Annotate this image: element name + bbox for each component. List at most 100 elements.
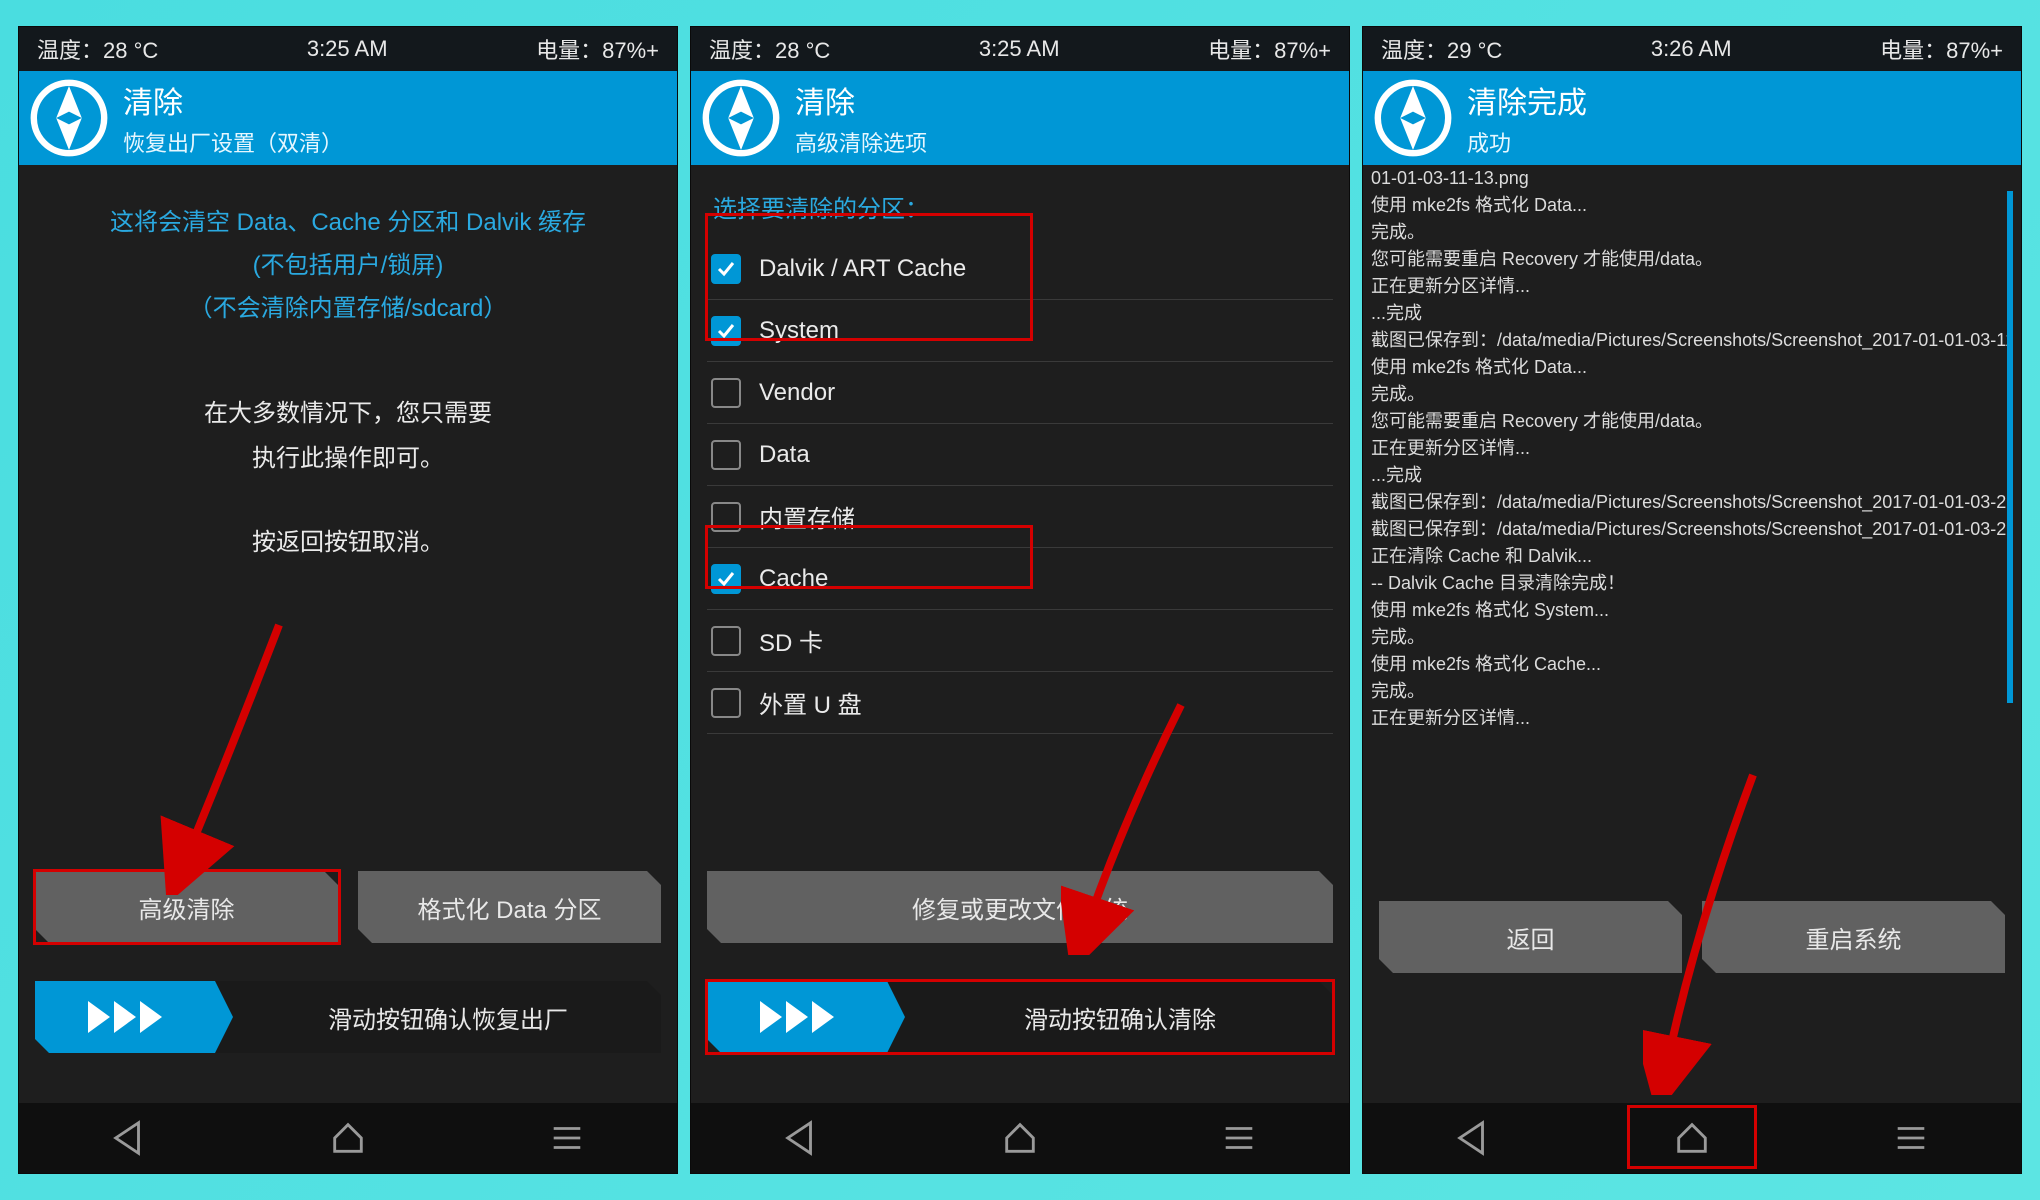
- checkbox[interactable]: [711, 378, 741, 408]
- log-line: 使用 mke2fs 格式化 Data...: [1371, 354, 2013, 381]
- nav-back-button[interactable]: [24, 1103, 234, 1173]
- checkbox[interactable]: [711, 316, 741, 346]
- partition-checkbox-row[interactable]: Cache: [707, 548, 1333, 610]
- log-line: 正在更新分区详情...: [1371, 705, 2013, 725]
- menu-icon: [548, 1119, 586, 1157]
- partition-label: SD 卡: [759, 623, 823, 658]
- header: 清除完成 成功: [1363, 71, 2021, 165]
- info-text: 这将会清空 Data、Cache 分区和 Dalvik 缓存: [35, 201, 661, 244]
- checkbox[interactable]: [711, 688, 741, 718]
- partition-checkbox-row[interactable]: Vendor: [707, 362, 1333, 424]
- twrp-logo-icon: [701, 78, 781, 158]
- nav-back-button[interactable]: [1368, 1103, 1578, 1173]
- nav-menu-button[interactable]: [462, 1103, 672, 1173]
- back-icon: [782, 1119, 820, 1157]
- log-line: 完成。: [1371, 678, 2013, 705]
- partition-label: Cache: [759, 565, 828, 593]
- swipe-slider[interactable]: 滑动按钮确认清除: [707, 981, 1333, 1053]
- nav-back-button[interactable]: [696, 1103, 906, 1173]
- screen-wipe-complete: 温度：29 °C 3:26 AM 电量：87%+ 清除完成 成功 01-01-0…: [1362, 26, 2022, 1174]
- back-icon: [110, 1119, 148, 1157]
- nav-home-button[interactable]: [915, 1103, 1125, 1173]
- log-line: 使用 mke2fs 格式化 System...: [1371, 597, 2013, 624]
- nav-home-button[interactable]: [243, 1103, 453, 1173]
- nav-menu-button[interactable]: [1134, 1103, 1344, 1173]
- status-bar: 温度：28 °C 3:25 AM 电量：87%+: [19, 27, 677, 71]
- reboot-system-button[interactable]: 重启系统: [1702, 901, 2005, 973]
- info-text: (不包括用户/锁屏): [35, 244, 661, 287]
- header: 清除 高级清除选项: [691, 71, 1349, 165]
- header-subtitle: 恢复出厂设置（双清）: [123, 126, 343, 158]
- content-area: 01-01-03-11-13.png使用 mke2fs 格式化 Data...完…: [1363, 165, 2021, 1103]
- slider-handle[interactable]: [707, 981, 887, 1053]
- log-line: ...完成: [1371, 300, 2013, 327]
- section-heading: 选择要清除的分区：: [713, 189, 1333, 224]
- nav-home-button[interactable]: [1587, 1103, 1797, 1173]
- log-line: 正在更新分区详情...: [1371, 273, 2013, 300]
- log-line: 正在清除 Cache 和 Dalvik...: [1371, 543, 2013, 570]
- header-title: 清除: [123, 78, 343, 122]
- info-text: （不会清除内置存储/sdcard）: [35, 287, 661, 330]
- status-battery: 电量：87%+: [1880, 33, 2003, 65]
- nav-menu-button[interactable]: [1806, 1103, 2016, 1173]
- status-battery: 电量：87%+: [536, 33, 659, 65]
- repair-fs-button[interactable]: 修复或更改文件系统: [707, 871, 1333, 943]
- partition-label: System: [759, 317, 839, 345]
- status-temp: 温度：29 °C: [1381, 33, 1502, 65]
- checkbox[interactable]: [711, 502, 741, 532]
- content-area: 这将会清空 Data、Cache 分区和 Dalvik 缓存 (不包括用户/锁屏…: [19, 165, 677, 1103]
- status-battery: 电量：87%+: [1208, 33, 1331, 65]
- partition-checkbox-row[interactable]: Dalvik / ART Cache: [707, 238, 1333, 300]
- body-text: 按返回按钮取消。: [35, 522, 661, 557]
- menu-icon: [1892, 1119, 1930, 1157]
- log-line: 截图已保存到：/data/media/Pictures/Screenshots/…: [1371, 516, 2013, 543]
- log-line: 完成。: [1371, 219, 2013, 246]
- back-button[interactable]: 返回: [1379, 901, 1682, 973]
- slider-handle[interactable]: [35, 981, 215, 1053]
- log-line: 使用 mke2fs 格式化 Data...: [1371, 192, 2013, 219]
- partition-label: Vendor: [759, 379, 835, 407]
- log-line: 截图已保存到：/data/media/Pictures/Screenshots/…: [1371, 327, 2013, 354]
- arrow-annotation-icon: [159, 615, 299, 895]
- advanced-wipe-button[interactable]: 高级清除: [35, 871, 338, 943]
- log-line: 正在更新分区详情...: [1371, 435, 2013, 462]
- partition-checkbox-row[interactable]: 内置存储: [707, 486, 1333, 548]
- home-icon: [329, 1119, 367, 1157]
- status-time: 3:25 AM: [979, 36, 1060, 62]
- status-temp: 温度：28 °C: [37, 33, 158, 65]
- scrollbar[interactable]: [2007, 191, 2013, 703]
- checkbox[interactable]: [711, 254, 741, 284]
- nav-bar: [19, 1103, 677, 1173]
- slider-label: 滑动按钮确认清除: [887, 981, 1333, 1053]
- partition-label: Data: [759, 441, 810, 469]
- partition-label: 外置 U 盘: [759, 685, 862, 720]
- log-line: 完成。: [1371, 624, 2013, 651]
- body-text: 在大多数情况下，您只需要: [35, 391, 661, 437]
- partition-label: 内置存储: [759, 499, 855, 534]
- header-subtitle: 成功: [1467, 126, 1587, 158]
- swipe-slider[interactable]: 滑动按钮确认恢复出厂: [35, 981, 661, 1053]
- log-line: 使用 mke2fs 格式化 Cache...: [1371, 651, 2013, 678]
- log-line: 01-01-03-11-13.png: [1371, 165, 2013, 192]
- log-line: 您可能需要重启 Recovery 才能使用/data。: [1371, 246, 2013, 273]
- body-text: 执行此操作即可。: [35, 436, 661, 482]
- checkbox[interactable]: [711, 440, 741, 470]
- partition-checkbox-row[interactable]: 外置 U 盘: [707, 672, 1333, 734]
- header-title: 清除完成: [1467, 78, 1587, 122]
- partition-checkbox-row[interactable]: SD 卡: [707, 610, 1333, 672]
- checkbox[interactable]: [711, 626, 741, 656]
- twrp-logo-icon: [29, 78, 109, 158]
- checkbox[interactable]: [711, 564, 741, 594]
- status-bar: 温度：29 °C 3:26 AM 电量：87%+: [1363, 27, 2021, 71]
- screen-wipe: 温度：28 °C 3:25 AM 电量：87%+ 清除 恢复出厂设置（双清） 这…: [18, 26, 678, 1174]
- screen-advanced-wipe: 温度：28 °C 3:25 AM 电量：87%+ 清除 高级清除选项 选择要清除…: [690, 26, 1350, 1174]
- format-data-button[interactable]: 格式化 Data 分区: [358, 871, 661, 943]
- home-icon: [1001, 1119, 1039, 1157]
- log-line: 完成。: [1371, 381, 2013, 408]
- partition-label: Dalvik / ART Cache: [759, 255, 966, 283]
- menu-icon: [1220, 1119, 1258, 1157]
- status-time: 3:25 AM: [307, 36, 388, 62]
- partition-checkbox-row[interactable]: System: [707, 300, 1333, 362]
- slider-label: 滑动按钮确认恢复出厂: [215, 981, 661, 1053]
- partition-checkbox-row[interactable]: Data: [707, 424, 1333, 486]
